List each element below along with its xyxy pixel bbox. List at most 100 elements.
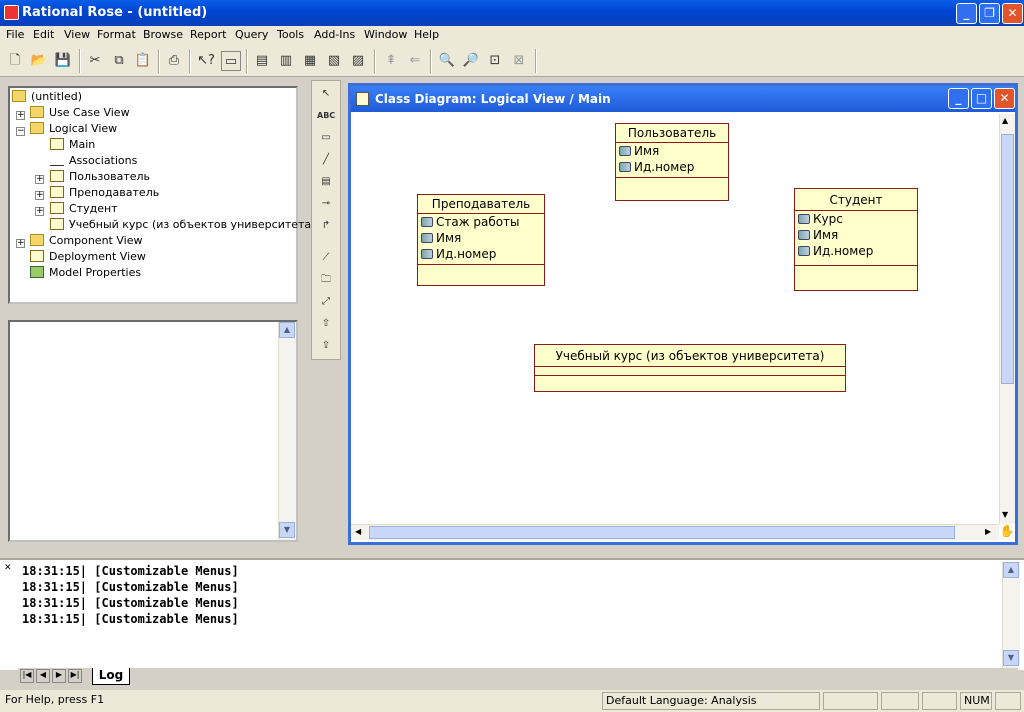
interface-icon[interactable]: ⊸: [317, 195, 335, 213]
anchor-note-icon[interactable]: ╱: [317, 151, 335, 169]
menu-query[interactable]: Query: [235, 28, 268, 41]
scroll-right-icon[interactable]: ▶: [985, 527, 991, 536]
class-icon[interactable]: ▤: [317, 173, 335, 191]
menu-tools[interactable]: Tools: [277, 28, 304, 41]
attribute-row[interactable]: Имя: [795, 227, 917, 243]
menu-format[interactable]: Format: [97, 28, 136, 41]
first-tab-icon[interactable]: |◀: [20, 669, 34, 683]
menu-view[interactable]: View: [64, 28, 90, 41]
close-button[interactable]: ✕: [1002, 3, 1023, 24]
association-class-icon[interactable]: ⟋: [317, 249, 335, 267]
doc-scrollbar[interactable]: ▲ ▼: [278, 322, 296, 540]
class-diagram-window[interactable]: Class Diagram: Logical View / Main _ □ ✕…: [348, 83, 1018, 545]
log-close-icon[interactable]: ✕: [4, 563, 12, 573]
menu-add-ins[interactable]: Add-Ins: [314, 28, 355, 41]
tree-class-teacher[interactable]: Преподаватель: [50, 186, 159, 202]
tree-root[interactable]: (untitled): [12, 90, 82, 106]
tree-main[interactable]: Main: [50, 138, 95, 154]
class-user[interactable]: Пользователь Имя Ид.номер: [615, 123, 729, 201]
tab-log[interactable]: Log: [92, 668, 130, 685]
horizontal-scroll-thumb[interactable]: [369, 526, 955, 539]
attribute-row[interactable]: Стаж работы: [418, 214, 544, 230]
attribute-row[interactable]: Ид.номер: [418, 246, 544, 262]
class-diagram-icon[interactable]: ▤: [252, 51, 272, 71]
tree-class-student[interactable]: Студент: [50, 202, 118, 218]
browse-diagram-icon[interactable]: ▭: [221, 51, 241, 71]
interaction-diagram-icon[interactable]: ▥: [276, 51, 296, 71]
scroll-down-icon[interactable]: ▼: [1003, 650, 1019, 666]
new-file-icon[interactable]: 🗋: [5, 51, 25, 71]
dependency-icon[interactable]: ⤢: [317, 293, 335, 311]
restore-button[interactable]: ❐: [979, 3, 1000, 24]
collapse-icon[interactable]: −: [16, 127, 25, 136]
expand-icon[interactable]: +: [35, 207, 44, 216]
paste-icon[interactable]: 📋: [133, 51, 153, 71]
scroll-up-icon[interactable]: ▲: [1002, 116, 1008, 125]
attribute-row[interactable]: Ид.номер: [616, 159, 728, 175]
hand-pan-icon[interactable]: ✋: [999, 524, 1015, 540]
diagram-close-button[interactable]: ✕: [994, 88, 1015, 109]
deployment-diagram-icon[interactable]: ▨: [348, 51, 368, 71]
tree-deployment-view[interactable]: Deployment View: [30, 250, 146, 266]
last-tab-icon[interactable]: ▶|: [68, 669, 82, 683]
menu-report[interactable]: Report: [190, 28, 226, 41]
realize-icon[interactable]: ⇪: [317, 337, 335, 355]
expand-icon[interactable]: +: [16, 239, 25, 248]
menu-file[interactable]: File: [6, 28, 24, 41]
tree-class-user[interactable]: Пользователь: [50, 170, 150, 186]
browser-tree[interactable]: (untitled) + Use Case View − Logical Vie…: [8, 86, 315, 304]
diagram-vertical-scrollbar[interactable]: ▲ ▼: [999, 114, 1015, 524]
context-help-icon[interactable]: ↖?: [196, 51, 216, 71]
expand-icon[interactable]: +: [16, 111, 25, 120]
scroll-left-icon[interactable]: ◀: [355, 527, 361, 536]
browse-parent-icon[interactable]: ⇞: [381, 51, 401, 71]
zoom-in-icon[interactable]: 🔍: [437, 51, 457, 71]
next-tab-icon[interactable]: ▶: [52, 669, 66, 683]
attribute-row[interactable]: Имя: [616, 143, 728, 159]
undo-fit-icon[interactable]: ⊠: [509, 51, 529, 71]
selection-arrow-icon[interactable]: ↖: [317, 85, 335, 103]
tree-logical-view[interactable]: Logical View: [30, 122, 117, 138]
minimize-button[interactable]: _: [956, 3, 977, 24]
diagram-maximize-button[interactable]: □: [971, 88, 992, 109]
class-student[interactable]: Студент Курс Имя Ид.номер: [794, 188, 918, 291]
vertical-scroll-thumb[interactable]: [1001, 134, 1014, 384]
save-icon[interactable]: 💾: [53, 51, 73, 71]
diagram-minimize-button[interactable]: _: [948, 88, 969, 109]
prev-tab-icon[interactable]: ◀: [36, 669, 50, 683]
tree-class-course[interactable]: Учебный курс (из объектов университета): [50, 218, 315, 234]
menu-browse[interactable]: Browse: [143, 28, 183, 41]
menu-window[interactable]: Window: [364, 28, 407, 41]
attribute-row[interactable]: Ид.номер: [795, 243, 917, 259]
attribute-row[interactable]: Курс: [795, 211, 917, 227]
scroll-up-icon[interactable]: ▲: [1003, 562, 1019, 578]
class-course[interactable]: Учебный курс (из объектов университета): [534, 344, 846, 392]
unidirectional-association-icon[interactable]: ↱: [317, 217, 335, 235]
fit-in-window-icon[interactable]: ⊡: [485, 51, 505, 71]
scroll-down-icon[interactable]: ▼: [279, 522, 295, 538]
tree-model-properties[interactable]: Model Properties: [30, 266, 141, 282]
generalization-icon[interactable]: ⇧: [317, 315, 335, 333]
copy-icon[interactable]: ⧉: [109, 51, 129, 71]
tree-component-view[interactable]: Component View: [30, 234, 142, 250]
tree-use-case-view[interactable]: Use Case View: [30, 106, 130, 122]
menu-edit[interactable]: Edit: [33, 28, 54, 41]
browse-previous-icon[interactable]: ⇐: [405, 51, 425, 71]
component-diagram-icon[interactable]: ▦: [300, 51, 320, 71]
class-teacher[interactable]: Преподаватель Стаж работы Имя Ид.номер: [417, 194, 545, 286]
attribute-row[interactable]: Имя: [418, 230, 544, 246]
expand-icon[interactable]: +: [35, 175, 44, 184]
tree-associations[interactable]: Associations: [50, 154, 137, 170]
scroll-down-icon[interactable]: ▼: [1002, 510, 1008, 519]
expand-icon[interactable]: +: [35, 191, 44, 200]
diagram-horizontal-scrollbar[interactable]: ◀ ▶: [351, 524, 999, 540]
open-folder-icon[interactable]: 📂: [29, 51, 49, 71]
state-diagram-icon[interactable]: ▧: [324, 51, 344, 71]
documentation-pane[interactable]: ▲ ▼: [8, 320, 298, 542]
scroll-up-icon[interactable]: ▲: [279, 322, 295, 338]
log-scrollbar[interactable]: ▲ ▼: [1002, 562, 1020, 668]
cut-icon[interactable]: ✂: [85, 51, 105, 71]
note-icon[interactable]: ▭: [317, 129, 335, 147]
package-icon[interactable]: 🗀: [317, 271, 335, 289]
text-box-tool[interactable]: ABC: [317, 107, 335, 125]
